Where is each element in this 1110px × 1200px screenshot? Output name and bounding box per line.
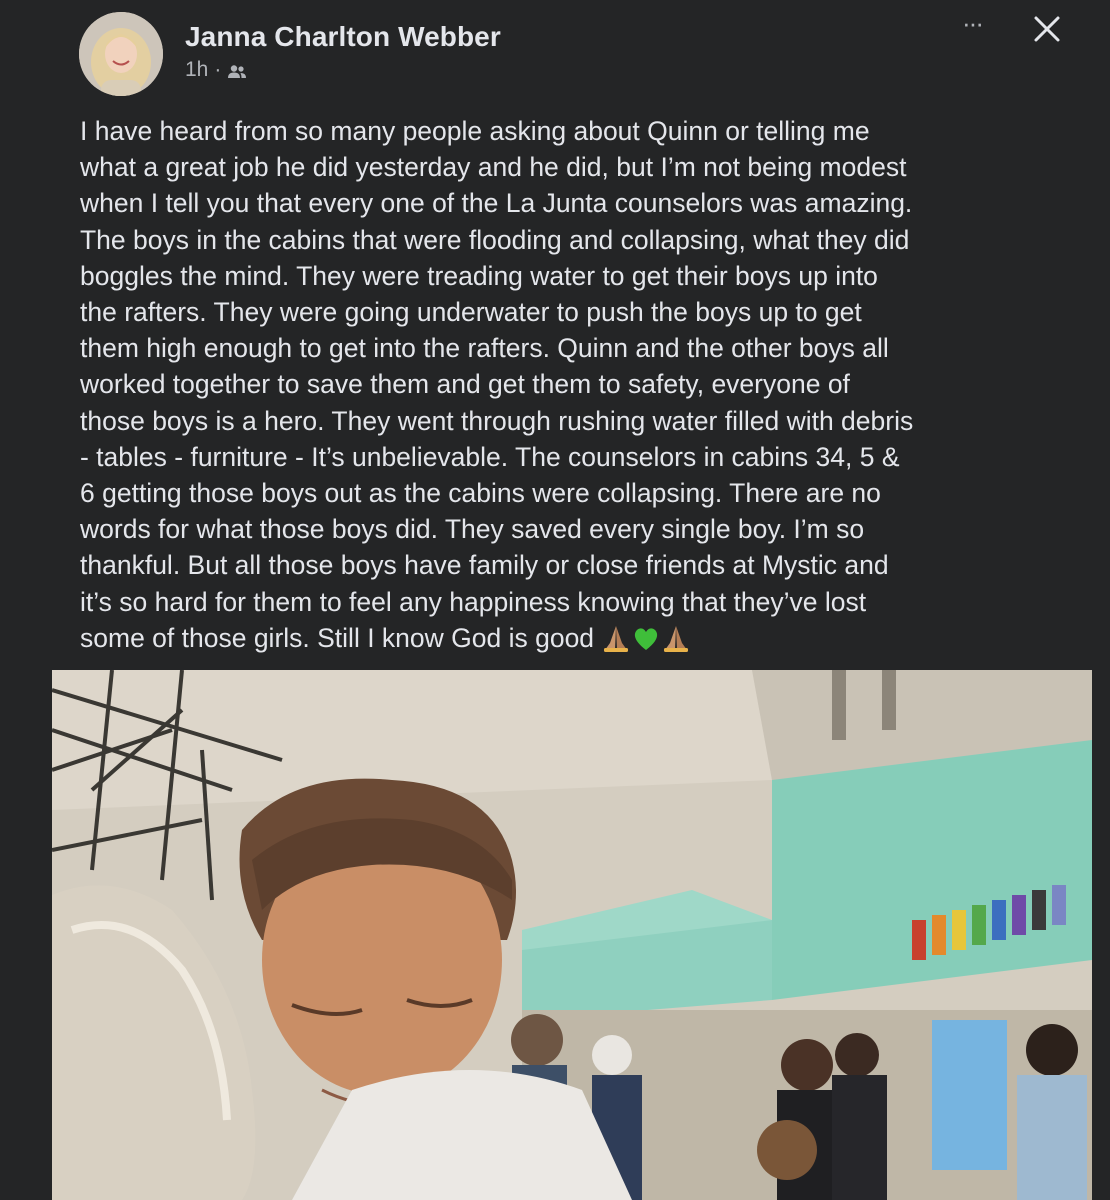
gymnasium-hug-photo (52, 670, 1092, 1200)
close-icon (1034, 16, 1060, 42)
folded-hands-icon (661, 623, 691, 662)
post-meta: 1h · (185, 58, 247, 82)
friends-icon[interactable] (227, 62, 247, 78)
author-name[interactable]: Janna Charlton Webber (185, 21, 501, 53)
meta-separator: · (214, 58, 222, 81)
post-body: I have heard from so many people asking … (80, 113, 1070, 662)
author-avatar[interactable] (79, 12, 163, 96)
facebook-post: Janna Charlton Webber 1h · ··· I have he… (0, 0, 1110, 1200)
post-photo[interactable] (52, 670, 1092, 1200)
post-text: I have heard from so many people asking … (80, 116, 914, 653)
close-button[interactable] (1030, 12, 1064, 46)
folded-hands-icon (601, 623, 631, 662)
more-options-button[interactable]: ··· (952, 10, 992, 44)
profile-photo-icon (79, 12, 163, 96)
green-heart-icon (631, 623, 661, 662)
post-time[interactable]: 1h (185, 58, 208, 82)
